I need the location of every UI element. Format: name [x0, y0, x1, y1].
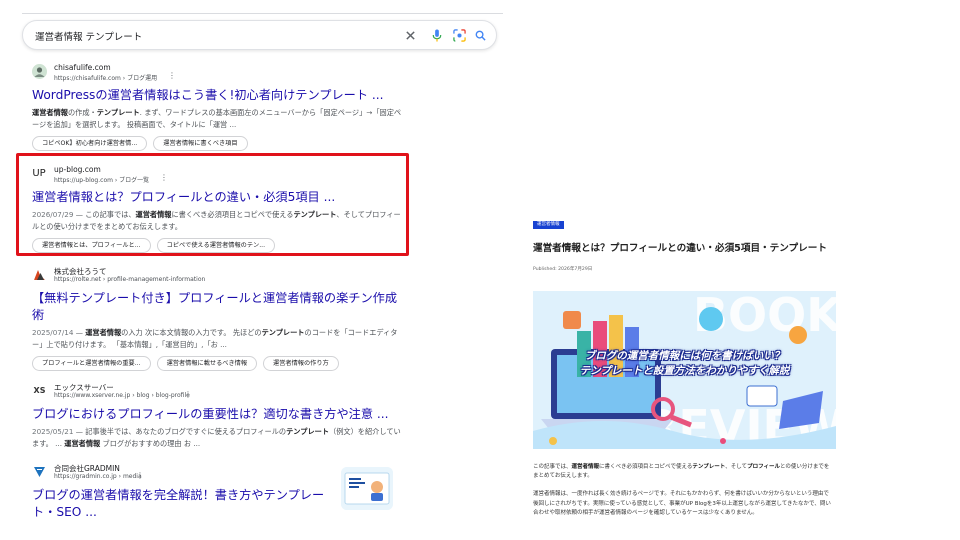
- result-snippet: 運営者情報の作成・テンプレート. まず、ワードプレスの基本画面左のメニューバーか…: [32, 108, 402, 129]
- result-title-link[interactable]: ブログにおけるプロフィールの重要性は？適切な書き方や注意 ...: [32, 406, 432, 423]
- more-options-icon[interactable]: ⋮: [160, 174, 168, 182]
- site-favicon-icon: [32, 464, 47, 479]
- result-title-link[interactable]: 運営者情報とは？プロフィールとの違い・必須5項目 ...: [32, 189, 432, 206]
- sitelink-chip[interactable]: プロフィールと運営者情報の重要...: [32, 356, 151, 371]
- site-url: https://rolte.net › profile-management-i…: [54, 276, 206, 283]
- site-favicon-icon: XS: [32, 383, 47, 398]
- more-options-icon[interactable]: ⋮: [168, 72, 176, 80]
- result-snippet: 2026/07/29 — この記事では、運営者情報に書くべき必須項目とコピペで使…: [32, 210, 401, 231]
- site-url: https://www.xserver.ne.jp › blog › blog-…: [54, 392, 190, 399]
- search-results-pane: 運営者情報 テンプレート chisafulife.com https://chi…: [0, 0, 520, 540]
- search-result-highlighted: UP up-blog.com https://up-blog.com › ブログ…: [32, 165, 432, 254]
- sitelink-chip[interactable]: 運営者情報に載せるべき情報: [156, 356, 258, 371]
- result-title-link[interactable]: WordPressの運営者情報はこう書く!初心者向けテンプレート ...: [32, 87, 432, 104]
- site-name: up-blog.com: [54, 165, 101, 174]
- eyecatch-image: BOOK REVIEW ブログの運営者情報には何を書けばいい？ テンプレートと設…: [533, 291, 836, 449]
- site-favicon-icon: UP: [32, 168, 46, 179]
- result-date: 2025/05/21: [32, 427, 74, 436]
- site-favicon-icon: [32, 64, 47, 79]
- search-result: chisafulife.com https://chisafulife.com …: [32, 63, 432, 152]
- article-paragraph: この記事では、運営者情報に書くべき必須項目とコピペで使えるテンプレート、そしてプ…: [533, 464, 830, 480]
- microphone-icon[interactable]: [429, 27, 445, 43]
- category-badge[interactable]: 運営者情報: [533, 221, 564, 229]
- lens-icon[interactable]: [451, 27, 467, 43]
- site-url: https://chisafulife.com › ブログ運用: [54, 75, 158, 82]
- result-date: 2026/07/29: [32, 210, 74, 219]
- result-title-link[interactable]: 【無料テンプレート付き】プロフィールと運営者情報の楽チン作成術: [32, 290, 404, 324]
- sitelink-chip[interactable]: コピペOK】初心者向け運営者情...: [32, 136, 148, 151]
- search-result: 株式会社ろうて https://rolte.net › profile-mana…: [32, 266, 432, 372]
- article-paragraph: 運営者情報は、一度作れば長く効き続けるページです。それにもかかわらず、何を書けば…: [533, 491, 831, 516]
- content-cutoff: [533, 515, 843, 523]
- search-box[interactable]: 運営者情報 テンプレート: [22, 20, 497, 50]
- search-icon[interactable]: [472, 27, 488, 43]
- result-date: 2025/07/14: [32, 328, 74, 337]
- article-pane: 運営者情報 運営者情報とは？プロフィールとの違い・必須5項目・テンプレート Pu…: [533, 0, 843, 540]
- eyecatch-caption: ブログの運営者情報には何を書けばいい？ テンプレートと設置方法をわかりやすく解説: [579, 350, 790, 377]
- result-title-link[interactable]: ブログの運営者情報を完全解説！書き方やテンプレート・SEO ...: [32, 487, 332, 521]
- result-site[interactable]: 株式会社ろうて https://rolte.net › profile-mana…: [32, 266, 432, 288]
- sitelink-chip[interactable]: コピペで使える運営者情報のテン...: [156, 238, 276, 253]
- result-site[interactable]: XS エックスサーバー https://www.xserver.ne.jp › …: [32, 382, 432, 404]
- site-name: chisafulife.com: [54, 63, 111, 72]
- published-date: Published: 2026年7月29日: [533, 267, 593, 272]
- sitelink-chip[interactable]: 運営者情報に書くべき項目: [153, 136, 248, 151]
- site-favicon-icon: [32, 267, 47, 282]
- sitelink-chip[interactable]: 運営者情報とは、プロフィールと...: [32, 238, 151, 253]
- top-divider: [22, 13, 503, 14]
- clear-icon[interactable]: [402, 27, 418, 43]
- result-site[interactable]: UP up-blog.com https://up-blog.com › ブログ…: [32, 165, 432, 187]
- article-title: 運営者情報とは？プロフィールとの違い・必須5項目・テンプレート: [533, 243, 827, 254]
- sitelink-chip[interactable]: 運営者情報の作り方: [263, 356, 339, 371]
- search-result: XS エックスサーバー https://www.xserver.ne.jp › …: [32, 382, 432, 450]
- more-options-icon[interactable]: ⋮: [136, 472, 144, 480]
- result-snippet: 2025/05/21 — 記事後半では、あなたのブログですぐに使えるプロフィール…: [32, 427, 401, 448]
- result-snippet: 2025/07/14 — 運営者情報の入力 次に本文情報の入力です。 先ほどのテ…: [32, 328, 398, 349]
- search-input[interactable]: 運営者情報 テンプレート: [35, 29, 142, 43]
- result-thumbnail[interactable]: [341, 467, 393, 510]
- site-url: https://gradmin.co.jp › media: [54, 473, 142, 480]
- site-url: https://up-blog.com › ブログ一覧: [54, 177, 150, 184]
- result-site[interactable]: chisafulife.com https://chisafulife.com …: [32, 63, 432, 85]
- more-options-icon[interactable]: ⋮: [184, 391, 192, 399]
